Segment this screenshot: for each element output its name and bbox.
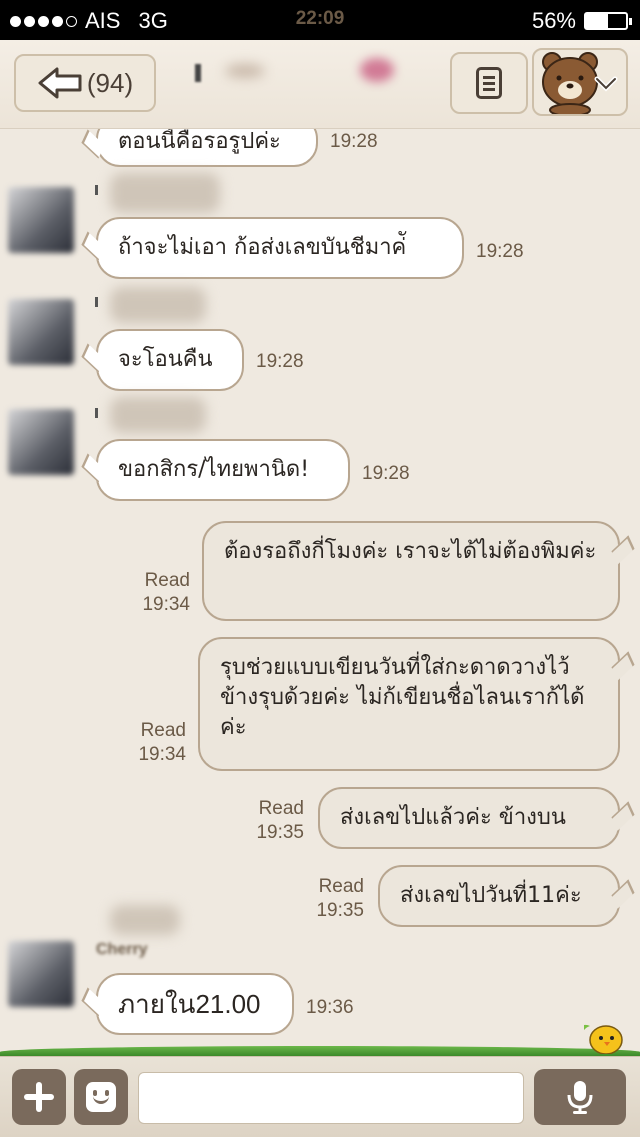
chat-title-redacted <box>195 58 415 90</box>
sender-name: Cherry <box>96 941 148 958</box>
emoji-icon <box>86 1082 116 1112</box>
chick-sticker-icon <box>584 1024 623 1054</box>
message-time: 19:28 <box>362 463 410 484</box>
sender-name-redacted <box>110 905 180 935</box>
battery-percent: 56% <box>531 8 576 33</box>
outgoing-message-bubble[interactable]: รุบช่วยแบบเขียนวันที่ใส่กะดาดวางไว้ข้างร… <box>198 637 620 771</box>
message-text: ส่งเลขไปแล้วค่ะ ข้างบน <box>340 805 566 830</box>
message-time: 19:34 <box>138 744 186 765</box>
read-label: Read <box>144 570 190 591</box>
avatar[interactable] <box>8 941 74 1007</box>
message-input[interactable] <box>138 1072 524 1124</box>
incoming-message-bubble[interactable]: ภายใน21.00 <box>96 973 294 1035</box>
avatar[interactable] <box>8 187 74 253</box>
sender-name-redacted <box>95 297 98 307</box>
message-text: จะโอนคืน <box>118 347 213 372</box>
voice-message-button[interactable] <box>534 1069 626 1125</box>
message-text: ส่งเลขไปวันที่11ค่ะ <box>400 883 582 908</box>
back-button[interactable]: (94) <box>14 54 156 112</box>
read-label: Read <box>318 876 364 897</box>
chevron-down-icon <box>594 76 618 92</box>
avatar[interactable] <box>8 409 74 475</box>
outgoing-message-bubble[interactable]: ส่งเลขไปวันที่11ค่ะ <box>378 865 620 927</box>
battery-icon <box>584 12 632 30</box>
message-list[interactable]: ตอนนี้คือรอรูปค่ะ 19:28 ถ้าจะไม่เอา ก้อส… <box>0 129 640 1054</box>
back-arrow-icon <box>38 67 82 99</box>
bear-sticker-icon <box>542 52 598 114</box>
incoming-message-bubble[interactable]: จะโอนคืน <box>96 329 244 391</box>
message-text: ภายใน21.00 <box>118 989 261 1019</box>
message-time: 19:36 <box>306 997 354 1018</box>
message-time: 19:34 <box>142 594 190 615</box>
incoming-message-bubble[interactable]: ตอนนี้คือรอรูปค่ะ <box>96 129 318 167</box>
grass-decoration <box>0 1046 640 1056</box>
message-text: รุบช่วยแบบเขียนวันที่ใส่กะดาดวางไว้ข้างร… <box>220 655 585 740</box>
unread-count: (94) <box>86 67 134 98</box>
menu-doc-icon <box>476 67 502 99</box>
sender-name-redacted <box>110 397 206 433</box>
sticker-button[interactable] <box>74 1069 128 1125</box>
message-time: 19:35 <box>316 900 364 921</box>
read-label: Read <box>258 798 304 819</box>
read-receipt: Read 19:35 <box>284 875 364 923</box>
add-attachment-button[interactable] <box>12 1069 66 1125</box>
message-composer <box>0 1056 640 1137</box>
incoming-message-bubble[interactable]: ขอกสิกร/ไทยพานิด! <box>96 439 350 501</box>
sender-name-redacted <box>110 287 206 323</box>
read-label: Read <box>140 720 186 741</box>
sender-name-redacted <box>95 185 98 195</box>
message-time: 19:28 <box>256 351 304 372</box>
avatar[interactable] <box>8 299 74 365</box>
chat-menu-button[interactable] <box>450 52 528 114</box>
outgoing-message-bubble[interactable]: ส่งเลขไปแล้วค่ะ ข้างบน <box>318 787 620 849</box>
status-bar: AIS 3G 22:09 56% <box>0 0 640 40</box>
message-time: 19:28 <box>330 131 378 152</box>
incoming-message-bubble[interactable]: ถ้าจะไม่เอา ก้อส่งเลขบันชีมาค่ั <box>96 217 464 279</box>
message-text: ต้องรอถึงกี่โมงค่ะ เราจะได้ไม่ต้องพิมค่ะ <box>224 539 597 564</box>
message-text: ตอนนี้คือรอรูปค่ะ <box>118 129 281 154</box>
sticker-menu-button[interactable] <box>532 48 628 116</box>
sender-name-redacted <box>110 173 220 213</box>
sender-name-redacted <box>95 408 98 418</box>
plus-icon <box>24 1082 54 1112</box>
message-time: 19:35 <box>256 822 304 843</box>
message-time: 19:28 <box>476 241 524 262</box>
microphone-icon <box>567 1081 593 1114</box>
read-receipt: Read 19:35 <box>224 797 304 845</box>
read-receipt: Read 19:34 <box>110 569 190 617</box>
message-text: ถ้าจะไม่เอา ก้อส่งเลขบันชีมาค่ั <box>118 235 407 260</box>
read-receipt: Read 19:34 <box>106 719 186 767</box>
message-text: ขอกสิกร/ไทยพานิด! <box>118 457 310 482</box>
outgoing-message-bubble[interactable]: ต้องรอถึงกี่โมงค่ะ เราจะได้ไม่ต้องพิมค่ะ <box>202 521 620 621</box>
